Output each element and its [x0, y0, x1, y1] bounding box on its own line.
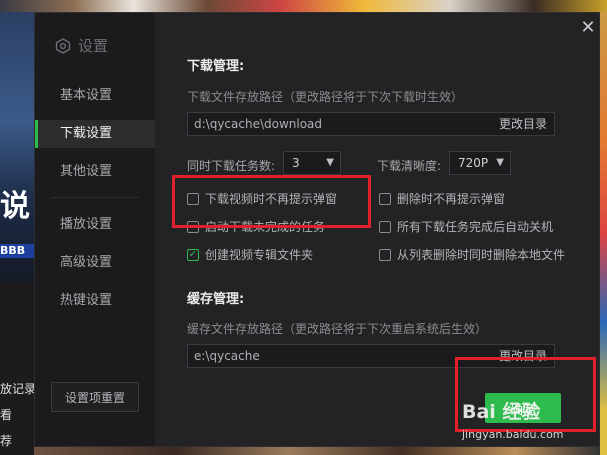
option-resume-unfinished[interactable]: 启动下载未完成的任务 [187, 218, 325, 235]
reset-settings-button[interactable]: 设置项重置 [51, 382, 139, 412]
cache-path-field[interactable]: e:\qycache 更改目录 [187, 344, 555, 368]
checkbox[interactable] [379, 220, 391, 233]
cache-change-dir-button[interactable]: 更改目录 [492, 345, 554, 367]
checkbox[interactable] [379, 192, 391, 205]
download-change-dir-button[interactable]: 更改目录 [492, 113, 554, 135]
sidebar-item-hotkeys[interactable]: 热键设置 [35, 287, 155, 315]
option-label: 创建视频专辑文件夹 [205, 248, 314, 262]
checkbox-checked[interactable]: ✓ [187, 248, 199, 261]
background-left-panel: 说 BBB 放记录 看 荐 [0, 12, 34, 455]
background-poster-strip [0, 0, 607, 12]
background-menu-item[interactable]: 看 [0, 406, 34, 423]
sidebar-item-other[interactable]: 其他设置 [35, 158, 155, 186]
dialog-title: 设置 [55, 35, 108, 56]
option-create-album-folder[interactable]: ✓ 创建视频专辑文件夹 [187, 246, 313, 263]
chevron-down-icon: ▼ [326, 157, 334, 168]
dialog-title-text: 设置 [78, 37, 109, 55]
close-icon[interactable]: ✕ [579, 19, 597, 37]
download-quality-select[interactable]: 720P ▼ [449, 151, 511, 175]
option-shutdown-when-done[interactable]: 所有下载任务完成后自动关机 [379, 218, 553, 235]
background-bottom-posters [34, 447, 600, 455]
background-menu-item[interactable]: 荐 [0, 432, 34, 449]
ok-button[interactable]: 确定 [485, 393, 561, 423]
download-path-hint: 下载文件存放路径（更改路径将于下次下载时生效） [187, 90, 464, 104]
sidebar-item-playback[interactable]: 播放设置 [35, 211, 155, 239]
chevron-down-icon: ▼ [496, 157, 504, 168]
background-menu-item[interactable]: 放记录 [0, 380, 34, 397]
option-label: 所有下载任务完成后自动关机 [397, 220, 554, 234]
download-path-field[interactable]: d:\qycache\download 更改目录 [187, 112, 555, 136]
concurrent-tasks-value: 3 [292, 156, 300, 170]
option-label: 从列表删除时同时删除本地文件 [397, 248, 566, 262]
cache-path-hint: 缓存文件存放路径（更改路径将于下次重启系统后生效） [187, 322, 488, 336]
option-label: 删除时不再提示弹窗 [397, 192, 506, 206]
settings-dialog: 设置 基本设置 下载设置 其他设置 播放设置 高级设置 热键设置 设置项重置 ✕… [34, 12, 600, 447]
concurrent-tasks-select[interactable]: 3 ▼ [283, 151, 341, 175]
sidebar-divider [51, 197, 139, 198]
download-quality-label: 下载清晰度: [377, 159, 442, 173]
sidebar-item-download[interactable]: 下载设置 [35, 120, 155, 148]
background-poster-title: 说 [0, 190, 30, 224]
concurrent-tasks-label: 同时下载任务数: [187, 159, 276, 173]
checkbox[interactable] [187, 192, 199, 205]
option-label: 下载视频时不再提示弹窗 [205, 192, 338, 206]
option-delete-local-files[interactable]: 从列表删除时同时删除本地文件 [379, 246, 565, 263]
download-quality-value: 720P [458, 156, 489, 170]
background-right-posters [600, 12, 607, 455]
background-poster [0, 12, 34, 282]
checkbox[interactable] [187, 220, 199, 233]
option-no-popup-on-delete[interactable]: 删除时不再提示弹窗 [379, 190, 505, 207]
cache-path-value: e:\qycache [194, 349, 260, 363]
settings-hexagon-icon [55, 37, 71, 54]
option-no-popup-on-download[interactable]: 下载视频时不再提示弹窗 [187, 190, 337, 207]
sidebar-item-advanced[interactable]: 高级设置 [35, 249, 155, 277]
cache-section-title: 缓存管理: [187, 292, 245, 307]
checkbox[interactable] [379, 248, 391, 261]
download-path-value: d:\qycache\download [194, 117, 323, 131]
option-label: 启动下载未完成的任务 [205, 220, 326, 234]
sidebar-item-basic[interactable]: 基本设置 [35, 82, 155, 110]
download-section-title: 下载管理: [187, 59, 245, 74]
background-poster-badge: BBB [0, 244, 34, 258]
settings-sidebar: 设置 基本设置 下载设置 其他设置 播放设置 高级设置 热键设置 设置项重置 [35, 13, 155, 446]
